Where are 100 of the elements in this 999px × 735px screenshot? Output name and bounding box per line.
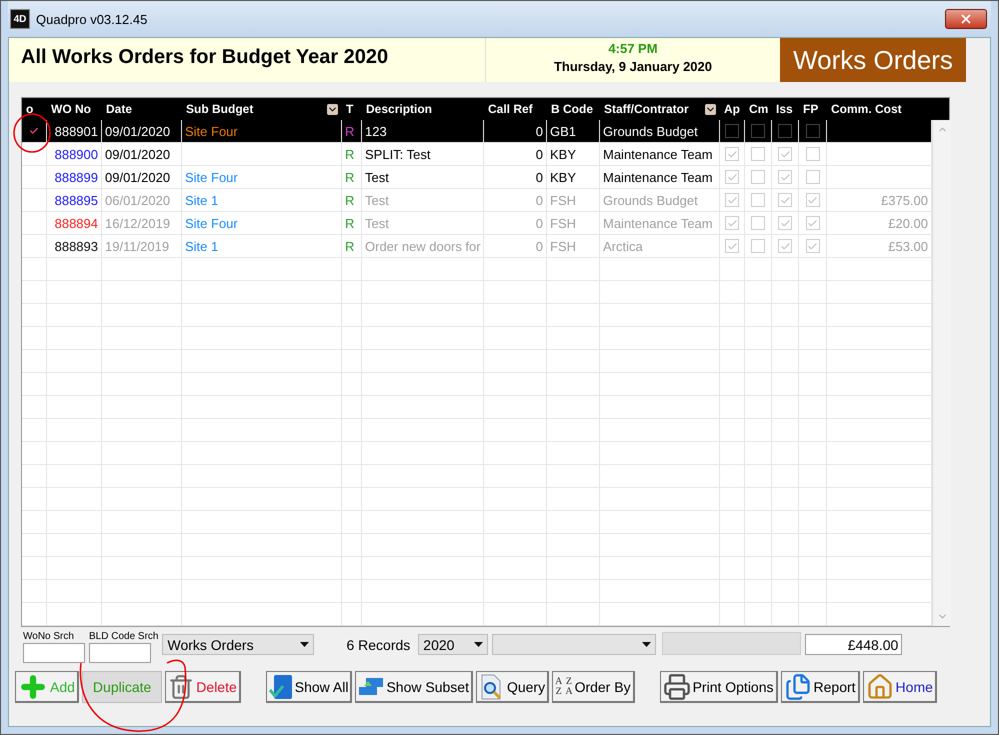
home-button[interactable]: Home [862, 671, 937, 703]
table-cell: 0 [484, 189, 547, 211]
records-count: 6 Records [346, 637, 410, 653]
table-cell: 09/01/2020 [102, 143, 182, 165]
documents-icon [784, 672, 812, 700]
checkbox[interactable] [725, 124, 739, 138]
dropdown-arrow-icon [642, 642, 652, 647]
table-cell: FSH [547, 235, 600, 257]
table-cell: 0 [484, 212, 547, 234]
page-title: All Works Orders for Budget Year 2020 [20, 45, 390, 70]
column-header[interactable]: Date [106, 102, 132, 116]
table-cell: Maintenance Team [600, 143, 720, 165]
close-button[interactable] [945, 9, 987, 29]
window-title: Quadpro v03.12.45 [36, 12, 148, 26]
checkbox[interactable] [778, 124, 792, 138]
check-icon [780, 240, 790, 252]
table-cell: R [342, 189, 362, 211]
check-icon [807, 240, 818, 252]
view-dropdown[interactable]: Works Orders [162, 634, 314, 655]
check-icon [726, 218, 738, 228]
close-icon [959, 12, 973, 26]
table-cell: 0 [484, 166, 547, 188]
table-cell: 19/11/2019 [102, 235, 182, 257]
table-cell: KBY [547, 166, 600, 188]
wono-search-field[interactable] [23, 643, 85, 663]
field-label: WoNo Srch [23, 631, 75, 642]
query-button[interactable]: Query [476, 671, 550, 703]
table-cell: 16/12/2019 [102, 212, 182, 234]
bld-code-search-field[interactable] [89, 643, 151, 663]
delete-button[interactable]: Delete [165, 671, 241, 703]
check-icon [726, 194, 738, 206]
check-icon [780, 194, 790, 206]
total-field: £448.00 [805, 634, 902, 655]
dropdown-arrow-icon [474, 642, 484, 647]
check-icon [780, 148, 790, 160]
clock-date: Thursday, 9 January 2020 [554, 59, 712, 74]
table-cell: 0 [484, 143, 547, 165]
subset-button[interactable]: Show Subset [355, 671, 473, 703]
dropdown-arrow-icon [300, 642, 310, 647]
sort-icon: A Z Z A [555, 676, 573, 696]
table-cell: 888893 [47, 235, 102, 257]
table-cell: Grounds Budget [600, 120, 720, 142]
column-header[interactable]: T [346, 102, 354, 116]
column-header[interactable]: Call Ref [488, 102, 533, 116]
scrollbar[interactable] [932, 120, 951, 626]
table-cell: R [342, 235, 362, 257]
column-header[interactable]: Sub Budget [186, 102, 254, 116]
table-cell: FSH [547, 189, 600, 211]
table-row[interactable]: 888901 09/01/2020 Site Four R 123 0 GB1 Grounds Budget [22, 120, 932, 143]
dropdown-icon[interactable] [705, 104, 716, 114]
table-cell: 888900 [47, 143, 102, 165]
table-cell: 0 [484, 120, 547, 142]
column-header[interactable]: B Code [551, 102, 593, 116]
column-header[interactable]: Ap [724, 102, 740, 116]
check-icon [726, 172, 738, 182]
dropdown-icon[interactable] [327, 104, 338, 114]
table-cell: GB1 [547, 120, 600, 142]
print-button[interactable]: Print Options [660, 671, 778, 703]
table-cell: Grounds Budget [600, 189, 720, 211]
table-cell: R [342, 120, 362, 142]
table-cell: FSH [547, 212, 600, 234]
table-cell: Maintenance Team [600, 212, 720, 234]
column-header[interactable]: Comm. Cost [831, 102, 902, 116]
table-cell: 123 [362, 120, 484, 142]
table-cell: Site 1 [182, 189, 342, 211]
column-header[interactable]: Cm [749, 102, 768, 116]
check-icon [807, 194, 818, 206]
checkbox[interactable] [751, 124, 765, 138]
table-cell: R [342, 166, 362, 188]
column-header[interactable]: o [26, 102, 34, 116]
column-header[interactable]: Staff/Contrator [604, 102, 689, 116]
check-icon [726, 148, 738, 160]
table-cell: 0 [484, 235, 547, 257]
table-cell: 888894 [47, 212, 102, 234]
table-cell: Test [362, 166, 484, 188]
year-dropdown[interactable]: 2020 [418, 634, 488, 655]
clock-time: 4:57 PM [608, 41, 658, 56]
table-cell: 09/01/2020 [102, 120, 182, 142]
table-cell: Site Four [182, 212, 342, 234]
table-cell: R [342, 143, 362, 165]
table-cell: 888895 [47, 189, 102, 211]
table-cell: Test [362, 189, 484, 211]
report-button[interactable]: Report [780, 671, 860, 703]
field-label: BLD Code Srch [89, 631, 158, 642]
table-cell: 888899 [47, 166, 102, 188]
check-icon [807, 218, 818, 228]
check-icon [780, 218, 790, 228]
table-cell: KBY [547, 143, 600, 165]
column-header[interactable]: FP [803, 102, 818, 116]
column-header[interactable]: WO No [51, 102, 91, 116]
filter-dropdown[interactable] [492, 634, 656, 655]
checkbox[interactable] [806, 124, 820, 138]
column-header[interactable]: Description [366, 102, 432, 116]
house-icon [866, 672, 894, 700]
app-icon: 4D [10, 9, 30, 29]
table-cell: Site Four [182, 120, 342, 142]
column-header[interactable]: Iss [776, 102, 793, 116]
showall-button[interactable]: Show All [266, 671, 352, 703]
trash-icon [168, 674, 194, 700]
check-icon [726, 240, 738, 252]
